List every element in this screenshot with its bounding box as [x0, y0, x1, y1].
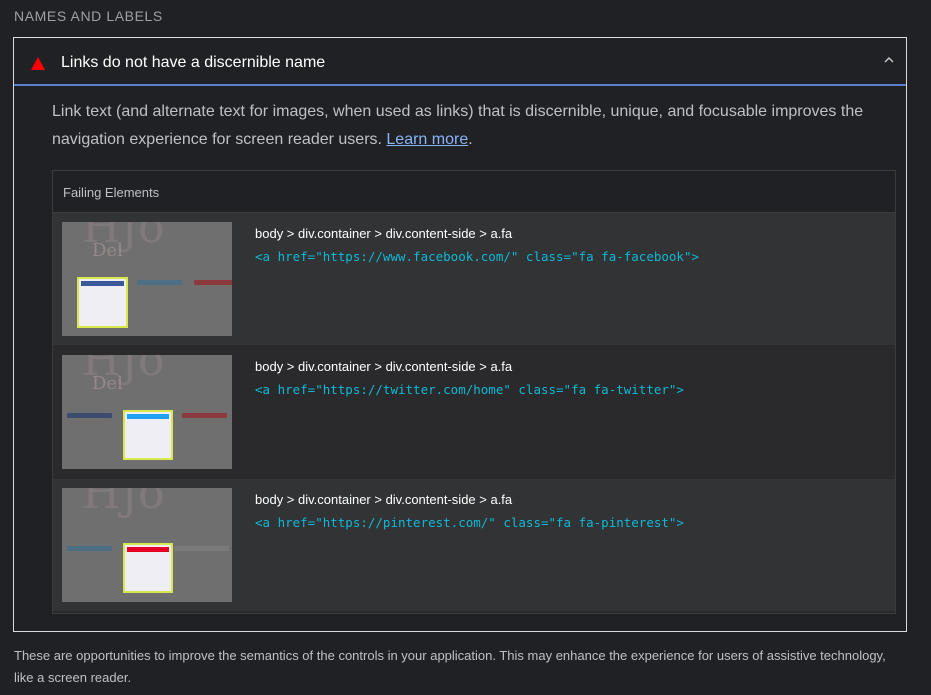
audit-title: Links do not have a discernible name	[61, 54, 326, 71]
failing-element-row[interactable]: Hjo Del body > div.container > div.conte…	[53, 213, 895, 345]
highlighted-element-bar	[127, 414, 169, 419]
highlighted-element-bar	[81, 281, 124, 286]
highlighted-element-bar	[127, 547, 169, 552]
element-snippet: <a href="https://pinterest.com/" class="…	[255, 515, 684, 530]
failing-elements-header: Failing Elements	[53, 171, 895, 213]
thumbnail-bar	[67, 546, 112, 551]
failing-element-row[interactable]: Hjo Del body > div.container > div.conte…	[53, 346, 895, 478]
element-selector: body > div.container > div.content-side …	[255, 492, 513, 507]
element-screenshot-thumbnail: Hjo Del	[62, 355, 232, 469]
highlighted-element-box	[123, 543, 173, 593]
category-description: These are opportunities to improve the s…	[14, 648, 886, 685]
audit-header[interactable]: Links do not have a discernible name	[14, 38, 906, 86]
learn-more-link[interactable]: Learn more	[386, 131, 468, 148]
element-snippet: <a href="https://twitter.com/home" class…	[255, 382, 684, 397]
highlighted-element-box	[77, 277, 128, 328]
audit-panel: Links do not have a discernible name Lin…	[13, 37, 907, 632]
thumbnail-background-text: Hjo	[82, 488, 167, 519]
section-title: NAMES AND LABELS	[14, 8, 163, 24]
thumbnail-bar	[182, 413, 227, 418]
thumbnail-bar	[174, 546, 229, 551]
element-snippet: <a href="https://www.facebook.com/" clas…	[255, 249, 700, 264]
element-selector: body > div.container > div.content-side …	[255, 226, 513, 241]
fail-triangle-icon	[31, 57, 45, 70]
element-selector: body > div.container > div.content-side …	[255, 359, 513, 374]
thumbnail-bar	[67, 413, 112, 418]
failing-element-row[interactable]: Hjo body > div.container > div.content-s…	[53, 479, 895, 611]
audit-description: Link text (and alternate text for images…	[52, 98, 882, 154]
element-screenshot-thumbnail: Hjo	[62, 488, 232, 602]
description-end: .	[468, 131, 473, 148]
thumbnail-bar	[194, 280, 232, 285]
highlighted-element-box	[123, 410, 173, 460]
thumbnail-bar	[137, 280, 182, 285]
thumbnail-text: Del	[92, 373, 123, 394]
element-screenshot-thumbnail: Hjo Del	[62, 222, 232, 336]
chevron-up-icon[interactable]	[882, 53, 896, 67]
failing-elements-title: Failing Elements	[63, 185, 160, 200]
thumbnail-text: Del	[92, 240, 123, 261]
failing-elements-table: Failing Elements Hjo Del body > div.cont…	[52, 170, 896, 614]
